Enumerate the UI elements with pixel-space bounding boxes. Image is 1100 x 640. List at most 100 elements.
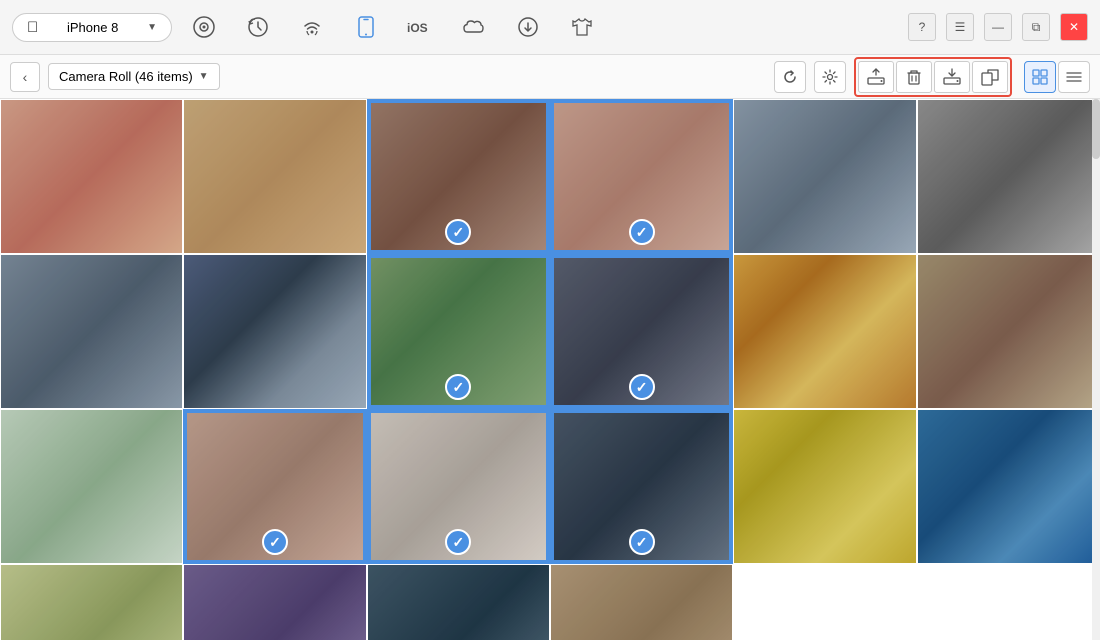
photo-cell-6[interactable]: [917, 99, 1100, 254]
close-icon: ✕: [1069, 20, 1079, 34]
download-icon-btn[interactable]: [506, 5, 550, 49]
iphone-icon: [356, 16, 376, 38]
photo-cell-17[interactable]: [733, 409, 916, 564]
tshirt-icon: [571, 16, 593, 38]
help-icon: ?: [919, 20, 926, 34]
close-button[interactable]: ✕: [1060, 13, 1088, 41]
check-mark-4: ✓: [629, 219, 655, 245]
import-button[interactable]: [934, 61, 970, 93]
photo-overlay-11: [734, 255, 915, 408]
cloud-icon: [462, 16, 486, 38]
check-mark-10: ✓: [629, 374, 655, 400]
photo-cell-4[interactable]: ✓: [550, 99, 733, 254]
apple-icon: : [27, 19, 38, 36]
photo-overlay-1: [1, 100, 182, 253]
upload-icon: [867, 68, 885, 86]
list-view-icon: [1066, 69, 1082, 85]
photo-overlay-18: [918, 410, 1099, 563]
back-icon: ‹: [23, 69, 28, 85]
delete-button[interactable]: [896, 61, 932, 93]
photo-cell-10[interactable]: ✓: [550, 254, 733, 409]
list-view-button[interactable]: [1058, 61, 1090, 93]
photo-cell-12[interactable]: [917, 254, 1100, 409]
grid-view-button[interactable]: [1024, 61, 1056, 93]
action-buttons-group: [854, 57, 1012, 97]
import-icon: [943, 68, 961, 86]
menu-button[interactable]: ☰: [946, 13, 974, 41]
folder-label: Camera Roll (46 items): [59, 69, 193, 84]
photo-overlay-8: [184, 255, 365, 408]
view-buttons-group: [1024, 61, 1090, 93]
photo-overlay-13: [1, 410, 182, 563]
back-button[interactable]: ‹: [10, 62, 40, 92]
share-icon: [981, 68, 999, 86]
refresh-icon: [782, 69, 798, 85]
photo-cell-9[interactable]: ✓: [367, 254, 550, 409]
ios-icon: iOS: [406, 16, 434, 38]
photo-overlay-12: [918, 255, 1099, 408]
photo-cell-20[interactable]: [183, 564, 366, 640]
photo-cell-3[interactable]: ✓: [367, 99, 550, 254]
cloud-icon-btn[interactable]: [452, 5, 496, 49]
scrollbar-track: [1092, 99, 1100, 640]
photo-cell-21[interactable]: [367, 564, 550, 640]
folder-dropdown[interactable]: Camera Roll (46 items) ▼: [48, 63, 220, 90]
photo-cell-8[interactable]: [183, 254, 366, 409]
device-label: iPhone 8: [67, 20, 118, 35]
restore-button[interactable]: ⧉: [1022, 13, 1050, 41]
device-selector[interactable]:  iPhone 8 ▼: [12, 13, 172, 42]
music-icon-btn[interactable]: [182, 5, 226, 49]
settings-button[interactable]: [814, 61, 846, 93]
delete-icon: [905, 68, 923, 86]
check-mark-9: ✓: [445, 374, 471, 400]
photo-overlay-17: [734, 410, 915, 563]
menu-icon: ☰: [955, 20, 966, 34]
chevron-down-icon: ▼: [147, 22, 157, 33]
photo-cell-18[interactable]: [917, 409, 1100, 564]
photo-cell-15[interactable]: ✓: [367, 409, 550, 564]
music-icon: [193, 16, 215, 38]
iphone-icon-btn[interactable]: [344, 5, 388, 49]
photo-cell-19[interactable]: [0, 564, 183, 640]
photo-overlay-21: [368, 565, 549, 640]
grid-view-icon: [1032, 69, 1048, 85]
export-to-pc-button[interactable]: [858, 61, 894, 93]
photo-overlay-6: [918, 100, 1099, 253]
check-mark-15: ✓: [445, 529, 471, 555]
ringtone-icon-btn[interactable]: [560, 5, 604, 49]
wifi-sync-icon-btn[interactable]: [290, 5, 334, 49]
folder-chevron-icon: ▼: [199, 71, 209, 82]
photo-cell-22[interactable]: [550, 564, 733, 640]
photo-cell-2[interactable]: [183, 99, 366, 254]
check-mark-16: ✓: [629, 529, 655, 555]
ios-update-btn[interactable]: iOS: [398, 5, 442, 49]
history-icon: [247, 16, 269, 38]
photo-overlay-22: [551, 565, 732, 640]
photo-cell-7[interactable]: [0, 254, 183, 409]
photo-grid: ✓ ✓ ✓ ✓ ✓ ✓ ✓: [0, 99, 1100, 640]
settings-icon: [822, 69, 838, 85]
scrollbar-thumb[interactable]: [1092, 99, 1100, 159]
photo-overlay-5: [734, 100, 915, 253]
photo-cell-11[interactable]: [733, 254, 916, 409]
help-button[interactable]: ?: [908, 13, 936, 41]
minimize-icon: —: [992, 20, 1004, 34]
photo-overlay-20: [184, 565, 365, 640]
photo-cell-1[interactable]: [0, 99, 183, 254]
nav-bar: ‹ Camera Roll (46 items) ▼: [0, 55, 1100, 99]
photo-cell-16[interactable]: ✓: [550, 409, 733, 564]
download-icon: [517, 16, 539, 38]
photo-cell-5[interactable]: [733, 99, 916, 254]
refresh-button[interactable]: [774, 61, 806, 93]
photo-cell-13[interactable]: [0, 409, 183, 564]
history-icon-btn[interactable]: [236, 5, 280, 49]
photo-overlay-7: [1, 255, 182, 408]
svg-text:iOS: iOS: [407, 21, 428, 35]
check-mark-14: ✓: [262, 529, 288, 555]
photo-cell-14[interactable]: ✓: [183, 409, 366, 564]
photo-overlay-19: [1, 565, 182, 640]
check-mark-3: ✓: [445, 219, 471, 245]
share-button[interactable]: [972, 61, 1008, 93]
minimize-button[interactable]: —: [984, 13, 1012, 41]
restore-icon: ⧉: [1032, 20, 1041, 35]
